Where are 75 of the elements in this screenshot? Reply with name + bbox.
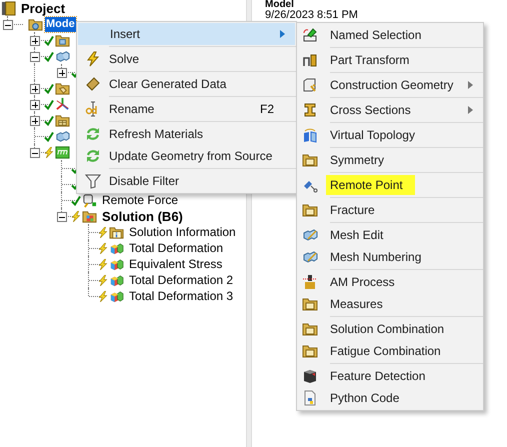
menu-item[interactable]: Cross Sections <box>297 99 483 121</box>
tree-item[interactable]: Project <box>19 0 68 16</box>
menu-item[interactable]: Named Selection <box>297 24 483 46</box>
menu-item[interactable]: Virtual Topology <box>297 124 483 146</box>
menu-item[interactable]: Mesh Numbering <box>297 246 483 268</box>
folder-icon <box>55 112 70 128</box>
folder-icon <box>28 16 43 32</box>
menu-item[interactable]: Feature Detection <box>297 365 483 387</box>
refresh-icon <box>85 148 101 164</box>
refresh-icon <box>85 126 101 142</box>
details-title: Model <box>265 0 295 10</box>
contour-blocks-icon <box>109 272 124 288</box>
menu-item[interactable]: Remote Point <box>297 174 483 196</box>
expand-toggle[interactable] <box>3 20 13 30</box>
menu-item[interactable]: Disable Filter <box>77 170 296 192</box>
book-icon <box>1 0 16 16</box>
tree-item[interactable]: Total Deformation 2 <box>127 272 236 288</box>
expand-toggle[interactable] <box>30 36 40 46</box>
menu-item[interactable]: Construction Geometry <box>297 74 483 96</box>
script-icon <box>302 390 318 406</box>
lightning-icon <box>85 51 101 67</box>
contour-blocks-icon <box>109 256 124 272</box>
folder-icon <box>302 343 318 359</box>
menu-item[interactable]: Fatigue Combination <box>297 340 483 362</box>
expand-toggle[interactable] <box>30 148 40 158</box>
menu-item[interactable]: Mesh Edit <box>297 224 483 246</box>
folder-icon <box>302 152 318 168</box>
details-date: 9/26/2023 8:51 PM <box>265 10 358 20</box>
tree-item[interactable]: Solution Information <box>127 224 238 240</box>
menu-item[interactable]: AM Process <box>297 271 483 293</box>
eraser-icon <box>85 76 101 92</box>
menu-item[interactable]: Python Code <box>297 387 483 409</box>
funnel-icon <box>85 173 101 189</box>
mesh-blocks-icon <box>302 249 318 265</box>
contour-blocks-icon <box>109 240 124 256</box>
expand-toggle[interactable] <box>57 68 67 78</box>
menu-item[interactable]: Solution Combination <box>297 318 483 340</box>
folder-icon <box>55 32 70 48</box>
folder-icon <box>302 296 318 312</box>
blocks-icon <box>55 48 70 64</box>
folder-icon <box>302 321 318 337</box>
menu-item[interactable]: Measures <box>297 293 483 315</box>
folder-icon <box>302 202 318 218</box>
menu-item[interactable]: Update Geometry from Source <box>77 145 296 167</box>
folder-icon <box>82 208 97 224</box>
contour-blocks-icon <box>109 288 124 304</box>
menu-item[interactable]: Solve <box>77 48 296 70</box>
menu-item[interactable]: Clear Generated Data <box>77 73 296 95</box>
analysis-icon <box>55 144 70 160</box>
cube-icon <box>302 368 318 384</box>
tree-item[interactable]: Total Deformation <box>127 240 226 256</box>
menu-item[interactable]: Part Transform <box>297 49 483 71</box>
tree-item[interactable]: Total Deformation 3 <box>127 288 236 304</box>
tree-item[interactable]: Remote Force <box>100 192 180 208</box>
blocks-icon <box>55 128 70 144</box>
tree-item[interactable]: Equivalent Stress <box>127 256 224 272</box>
expand-toggle[interactable] <box>30 52 40 62</box>
beam-icon <box>302 102 318 118</box>
topology-icon <box>302 127 318 143</box>
info-folder-icon <box>109 224 124 240</box>
mesh-blocks-icon <box>302 227 318 243</box>
axes-icon <box>55 96 70 112</box>
folder-icon <box>55 80 70 96</box>
menu-item[interactable]: Refresh Materials <box>77 123 296 145</box>
expand-toggle[interactable] <box>30 116 40 126</box>
expand-toggle[interactable] <box>30 100 40 110</box>
expand-toggle[interactable] <box>57 212 67 222</box>
menu-item[interactable]: Symmetry <box>297 149 483 171</box>
transform-icon <box>302 52 318 68</box>
menu-item[interactable]: Insert <box>78 23 295 45</box>
menu-item[interactable]: Fracture <box>297 199 483 221</box>
expand-toggle[interactable] <box>30 84 40 94</box>
tree-item[interactable]: Mode <box>45 16 76 32</box>
menu-item[interactable]: Rename F2 <box>77 98 296 120</box>
tree-item[interactable]: Solution (B6) <box>100 208 185 224</box>
